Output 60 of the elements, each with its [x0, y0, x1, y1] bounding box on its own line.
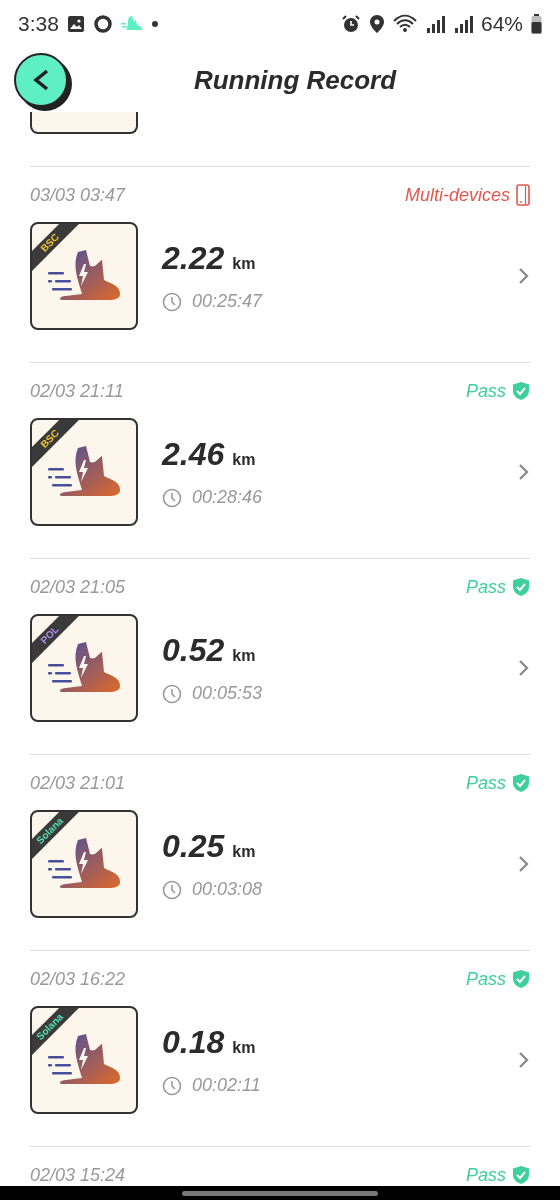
status-label: Pass: [465, 1164, 506, 1186]
page-title: Running Record: [192, 64, 398, 96]
shield-check-icon: [512, 969, 530, 989]
distance-value: 2.22: [162, 240, 225, 277]
chevron-right-icon: [518, 1051, 530, 1069]
record-date: 02/03 16:22: [30, 968, 126, 990]
distance-unit: km: [232, 647, 256, 665]
record-date: 02/03 21:01: [30, 772, 126, 794]
status-label: Pass: [465, 772, 506, 794]
shield-check-icon: [512, 773, 530, 793]
clock-icon: [162, 683, 182, 704]
chevron-left-icon: [32, 68, 50, 92]
duration: 00:02:11: [192, 1075, 261, 1096]
duration: 00:28:46: [192, 487, 263, 508]
shield-check-icon: [512, 381, 530, 401]
battery-percentage: 64%: [480, 12, 523, 36]
distance-value: 0.25: [162, 828, 225, 865]
chevron-right-icon: [518, 463, 530, 481]
distance-value: 0.52: [162, 632, 225, 669]
record-date: 02/03 15:24: [30, 1164, 126, 1186]
clock-icon: [162, 291, 182, 312]
signal-icon: [452, 14, 473, 34]
back-button[interactable]: [14, 53, 68, 107]
dot-icon: [150, 20, 159, 28]
phone-icon: [516, 184, 530, 206]
alarm-icon: [340, 14, 361, 34]
chevron-right-icon: [518, 659, 530, 677]
status-label: Pass: [465, 968, 506, 990]
status-label: Multi-devices: [404, 184, 510, 206]
ring-icon: [92, 14, 113, 34]
record-date: 02/03 21:11: [30, 380, 124, 402]
home-indicator[interactable]: [182, 1190, 378, 1196]
status-label: Pass: [465, 380, 506, 402]
clock-time: 3:38: [18, 12, 59, 36]
chevron-right-icon: [518, 267, 530, 285]
chevron-right-icon: [518, 855, 530, 873]
distance-value: 2.46: [162, 436, 225, 473]
clock-icon: [162, 879, 182, 900]
image-icon: [66, 15, 85, 33]
distance-unit: km: [232, 843, 256, 861]
record-date: 02/03 21:05: [30, 576, 126, 598]
shoe-icon: [120, 16, 143, 32]
clock-icon: [162, 1075, 182, 1096]
shield-check-icon: [512, 577, 530, 597]
duration: 00:25:47: [192, 291, 263, 312]
record-item[interactable]: POL 0.52 km 00:05:53: [30, 614, 530, 722]
signal-icon: [424, 14, 445, 34]
duration: 00:03:08: [192, 879, 263, 900]
status-label: Pass: [465, 576, 506, 598]
record-date: 03/03 03:47: [30, 184, 126, 206]
wifi-icon: [392, 14, 417, 34]
battery-icon: [531, 14, 542, 34]
distance-value: 0.18: [162, 1024, 225, 1061]
duration: 00:05:53: [192, 683, 263, 704]
distance-unit: km: [232, 255, 256, 273]
location-icon: [368, 14, 385, 34]
distance-unit: km: [232, 1039, 256, 1057]
distance-unit: km: [232, 451, 256, 469]
clock-icon: [162, 487, 182, 508]
shield-check-icon: [512, 1165, 530, 1185]
